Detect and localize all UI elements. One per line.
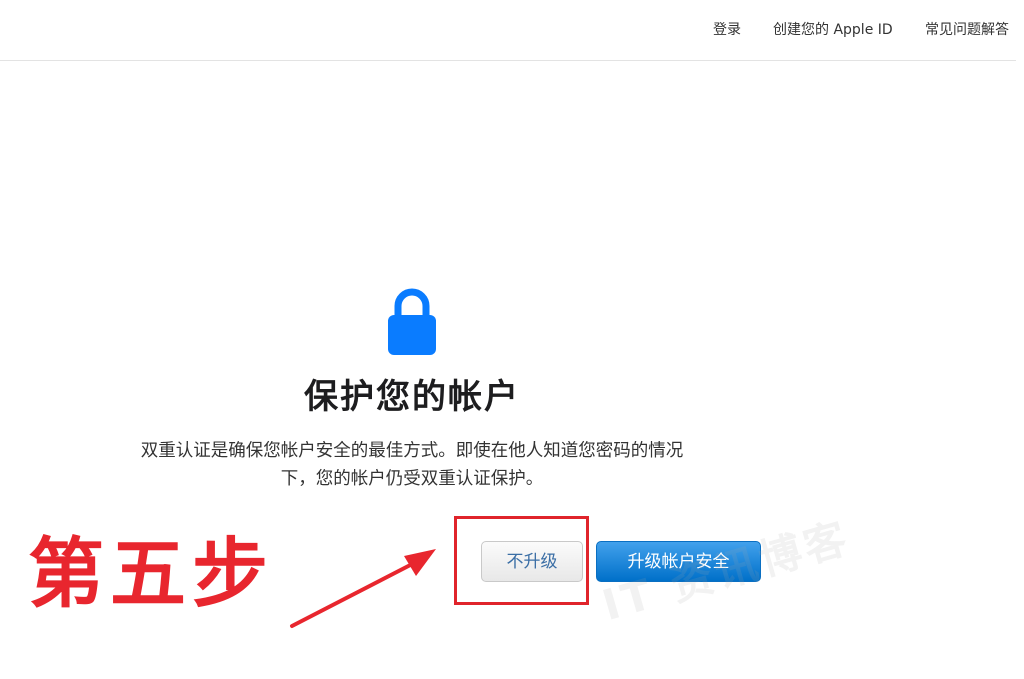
description: 双重认证是确保您帐户安全的最佳方式。即使在他人知道您密码的情况 下，您的帐户仍受… [80, 437, 744, 493]
step-annotation-label: 第五步 [28, 529, 274, 618]
page-title: 保护您的帐户 [304, 377, 520, 417]
lock-icon [388, 288, 436, 355]
description-line-1: 双重认证是确保您帐户安全的最佳方式。即使在他人知道您密码的情况 [140, 441, 684, 461]
description-line-2: 下，您的帐户仍受双重认证保护。 [280, 469, 544, 489]
nav-faq-link[interactable]: 常见问题解答 [925, 19, 1009, 39]
nav-create-apple-id-link[interactable]: 创建您的 Apple ID [773, 19, 893, 39]
nav-sign-in-link[interactable]: 登录 [713, 19, 741, 39]
top-navigation: 登录 创建您的 Apple ID 常见问题解答 [0, 0, 1016, 61]
upgrade-security-button[interactable]: 升级帐户安全 [596, 541, 761, 582]
not-upgrade-button[interactable]: 不升级 [481, 541, 583, 582]
